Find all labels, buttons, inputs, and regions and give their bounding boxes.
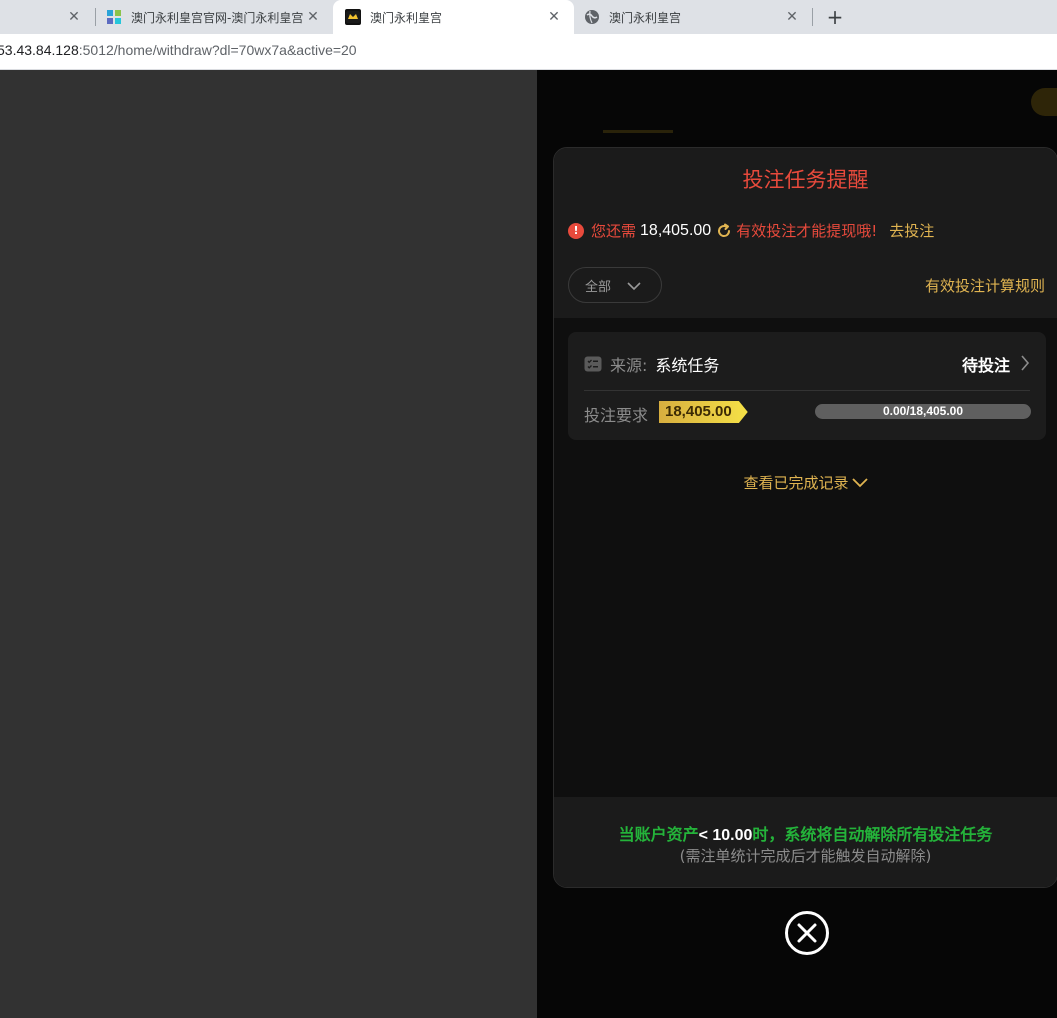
bet-task-modal: 投注任务提醒 ! 您还需 18,405.00 有效投注才能提现哦! 去投注 全部… <box>553 147 1057 888</box>
view-completed-link[interactable]: 查看已完成记录 <box>554 472 1057 493</box>
browser-tab-4[interactable]: 澳门永利皇宫 ✕ <box>574 0 812 34</box>
filter-selected-label: 全部 <box>585 279 612 295</box>
task-divider <box>584 390 1030 391</box>
filter-dropdown[interactable]: 全部 <box>568 267 662 303</box>
browser-tab-3-active[interactable]: 澳门永利皇宫 ✕ <box>333 0 574 34</box>
go-bet-link[interactable]: 去投注 <box>889 220 934 241</box>
auto-release-rule: 当账户资产< 10.00时，系统将自动解除所有投注任务 <box>554 821 1057 845</box>
modal-title: 投注任务提醒 <box>742 168 869 192</box>
modal-close-button[interactable] <box>785 911 829 955</box>
tab-close-icon[interactable]: ✕ <box>305 9 321 25</box>
task-card[interactable]: 来源: 系统任务 待投注 投注要求 18,405.00 0.00/18,405.… <box>568 332 1046 440</box>
new-tab-plus-icon[interactable]: + <box>822 4 848 30</box>
close-icon <box>797 923 817 943</box>
source-value: 系统任务 <box>655 356 720 375</box>
tab-close-icon[interactable]: ✕ <box>546 9 562 25</box>
page-left-blank <box>0 70 537 1018</box>
chevron-right-icon[interactable] <box>1020 355 1030 375</box>
tab-separator <box>812 8 813 26</box>
tab-title: 澳门永利皇宫 <box>370 10 443 25</box>
notice-suffix: 有效投注才能提现哦! <box>736 222 878 240</box>
progress-text: 0.00/18,405.00 <box>882 404 964 418</box>
rule-prefix: 当账户资产 <box>618 825 699 844</box>
refresh-icon[interactable] <box>715 222 733 240</box>
task-list-icon <box>584 356 602 372</box>
modal-header: 投注任务提醒 ! 您还需 18,405.00 有效投注才能提现哦! 去投注 全部… <box>554 148 1057 318</box>
browser-tab-2[interactable]: 澳门永利皇宫官网-澳门永利皇宫 ✕ <box>96 0 333 34</box>
browser-tab-bar: ✕ 澳门永利皇宫官网-澳门永利皇宫 ✕ 澳门永利皇宫 ✕ 澳门永利皇宫 ✕ + <box>0 0 1057 34</box>
chevron-down-icon <box>851 477 868 487</box>
tab-close-icon[interactable]: ✕ <box>66 9 82 25</box>
tab-title: 澳门永利皇宫官网-澳门永利皇宫 <box>131 10 304 25</box>
url-host: 53.43.84.128 <box>0 42 79 58</box>
calc-rules-link[interactable]: 有效投注计算规则 <box>925 275 1045 296</box>
rule-suffix: 时，系统将自动解除所有投注任务 <box>752 825 993 844</box>
wager-notice: ! 您还需 18,405.00 有效投注才能提现哦! 去投注 <box>568 220 934 241</box>
tab-close-icon[interactable]: ✕ <box>784 9 800 25</box>
requirement-badge: 18,405.00 <box>659 401 748 423</box>
address-bar[interactable]: 53.43.84.128:5012/home/withdraw?dl=70wx7… <box>0 34 1057 70</box>
wager-progress-bar: 0.00/18,405.00 <box>815 404 1031 419</box>
chevron-down-icon <box>627 280 641 295</box>
warning-icon: ! <box>568 222 584 239</box>
task-source-row: 来源: 系统任务 待投注 <box>584 352 1030 376</box>
task-status: 待投注 <box>961 356 1010 375</box>
source-label: 来源: <box>610 356 648 375</box>
url-text[interactable]: 53.43.84.128:5012/home/withdraw?dl=70wx7… <box>0 42 357 58</box>
url-path: :5012/home/withdraw?dl=70wx7a&active=20 <box>78 42 357 58</box>
browser-tab-1[interactable]: ✕ <box>0 0 94 34</box>
tab-title: 澳门永利皇宫 <box>609 10 682 25</box>
globe-icon <box>584 9 600 25</box>
rule-threshold: < 10.00 <box>698 827 753 844</box>
modal-footer: 当账户资产< 10.00时，系统将自动解除所有投注任务 (需注单统计完成后才能触… <box>554 797 1057 887</box>
site-favicon-icon <box>106 9 122 25</box>
site-logo-favicon-icon <box>345 9 361 25</box>
notice-amount: 18,405.00 <box>640 221 712 239</box>
backdrop-coin-icon <box>1031 88 1057 116</box>
view-completed-label: 查看已完成记录 <box>743 474 849 492</box>
notice-prefix: 您还需 <box>591 222 637 240</box>
backdrop-tab-underline <box>603 130 673 133</box>
requirement-label: 投注要求 <box>584 406 649 425</box>
auto-release-note: (需注单统计完成后才能触发自动解除) <box>679 847 932 865</box>
